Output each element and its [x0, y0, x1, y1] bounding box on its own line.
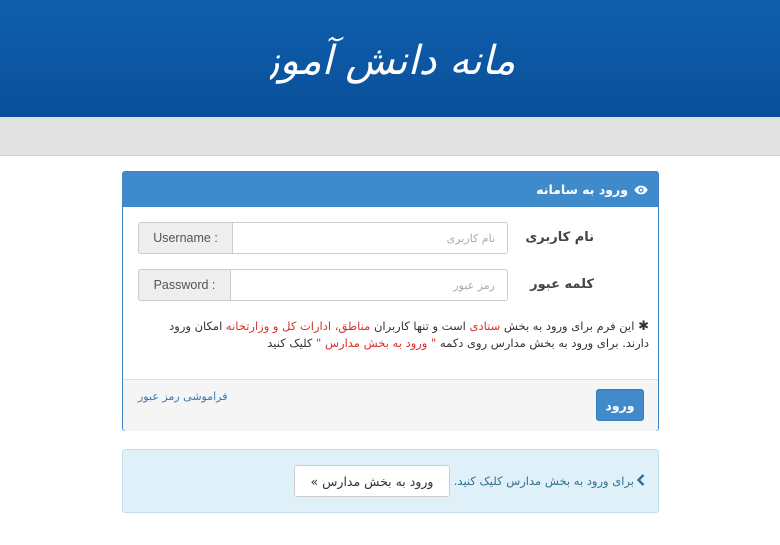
- notice-text-1: این فرم برای ورود به بخش: [500, 319, 639, 333]
- username-row: نام کاربری Username :: [121, 222, 658, 254]
- login-button[interactable]: ورود: [596, 389, 644, 421]
- school-login-box: برای ورود به بخش مدارس کلیک کنید. ورود ب…: [122, 449, 659, 513]
- site-header: سامانه دانش آموزی: [0, 0, 780, 117]
- password-input-group: Password :: [138, 269, 508, 301]
- school-login-text: برای ورود به بخش مدارس کلیک کنید.: [453, 474, 634, 488]
- chevron-left-icon: [636, 474, 645, 486]
- asterisk-icon: ✱: [638, 319, 649, 334]
- login-panel: ورود به سامانه نام کاربری Username : کلم…: [122, 171, 659, 431]
- login-title: ورود به سامانه: [536, 182, 628, 197]
- password-addon: Password :: [138, 269, 230, 301]
- notice-text-2: است و تنها کاربران: [370, 319, 470, 333]
- login-panel-footer: فراموشی رمز عبور ورود: [123, 379, 658, 431]
- calligraphy-logo-icon: سامانه دانش آموزی: [229, 36, 562, 84]
- password-input[interactable]: [230, 269, 508, 301]
- username-label: نام کاربری: [525, 230, 594, 245]
- svg-text:سامانه دانش آموزی: سامانه دانش آموزی: [270, 36, 520, 84]
- eye-icon: [634, 185, 648, 194]
- notice-highlight-3: " ورود به بخش مدارس ": [316, 336, 437, 350]
- login-panel-heading: ورود به سامانه: [123, 172, 658, 207]
- password-label: کلمه عبور: [530, 277, 594, 292]
- header-separator-bar: [0, 117, 780, 156]
- password-row: کلمه عبور Password :: [121, 269, 658, 301]
- school-login-button[interactable]: ورود به بخش مدارس »: [294, 465, 450, 497]
- forgot-password-link[interactable]: فراموشی رمز عبور: [138, 390, 228, 403]
- username-addon: Username :: [138, 222, 232, 254]
- site-logo: سامانه دانش آموزی: [229, 12, 562, 107]
- username-input-group: Username :: [138, 222, 508, 254]
- notice-highlight-1: ستادی: [469, 319, 501, 333]
- notice-text-4: کلیک کنید: [267, 336, 317, 350]
- login-notice: ✱ این فرم برای ورود به بخش ستادی است و ت…: [141, 318, 649, 352]
- notice-highlight-2: مناطق، ادارات کل و وزارتخانه: [225, 319, 371, 333]
- username-input[interactable]: [232, 222, 508, 254]
